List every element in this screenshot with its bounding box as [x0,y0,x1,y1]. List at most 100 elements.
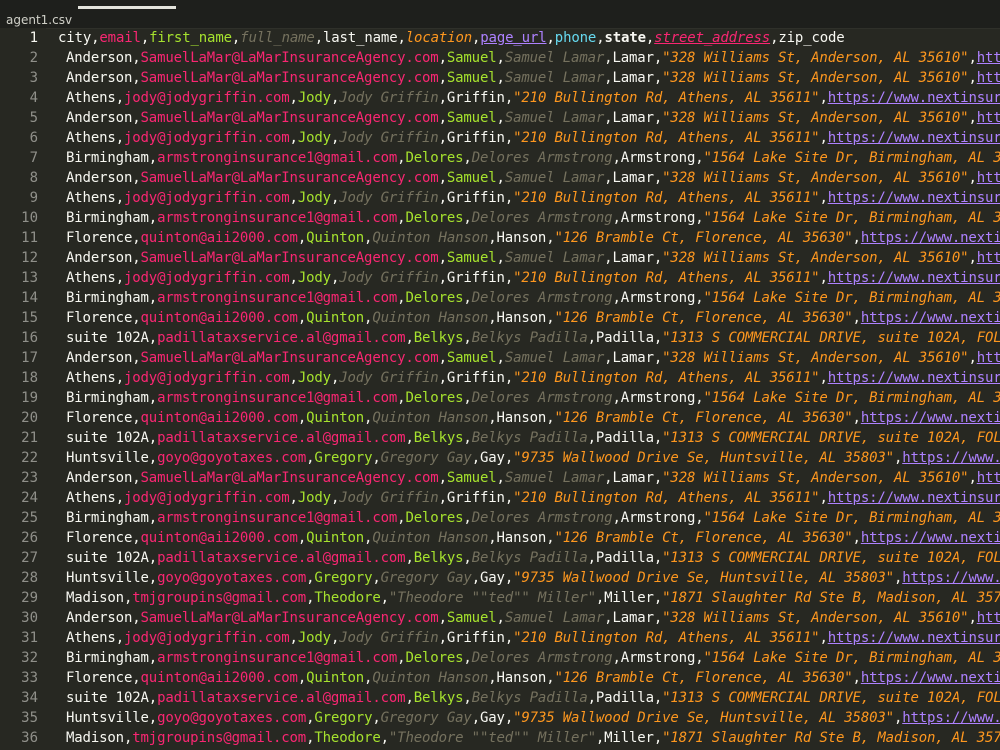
csv-data-line[interactable]: Huntsville,goyo@goyotaxes.com,Gregory,Gr… [66,568,1000,588]
line-number: 1 [29,30,38,46]
field-separator: , [463,690,472,706]
csv-data-line[interactable]: Athens,jody@jodygriffin.com,Jody,Jody Gr… [66,268,1000,288]
field-separator: , [893,570,903,586]
cell-first-name: Samuel [446,110,497,126]
cell-full-name: Jody Griffin [339,370,439,386]
cell-last-name: Hanson [496,670,547,686]
cell-first-name: Jody [297,630,331,646]
csv-data-line[interactable]: Birmingham,armstronginsurance1@gmail.com… [66,648,1000,668]
csv-data-line[interactable]: Birmingham,armstronginsurance1@gmail.com… [66,208,1000,228]
cell-city: Birmingham [66,390,149,406]
field-separator: , [380,730,389,746]
cell-email: quinton@aii2000.com [140,410,298,426]
csv-data-line[interactable]: suite 102A,padillataxservice.al@gmail.co… [66,328,1000,348]
field-separator: , [695,290,704,306]
field-separator: , [314,30,323,46]
header-full-name: full_name [240,30,315,46]
csv-data-line[interactable]: suite 102A,padillataxservice.al@gmail.co… [66,548,1000,568]
csv-data-line[interactable]: Florence,quinton@aii2000.com,Quinton,Qui… [66,668,1000,688]
csv-data-line[interactable]: Birmingham,armstronginsurance1@gmail.com… [66,508,1000,528]
cell-full-name: "Theodore ""ted"" Miller" [388,730,596,746]
csv-data-line[interactable]: Birmingham,armstronginsurance1@gmail.com… [66,388,1000,408]
field-separator: , [115,130,124,146]
csv-data-line[interactable]: suite 102A,padillataxservice.al@gmail.co… [66,428,1000,448]
csv-data-line[interactable]: Birmingham,armstronginsurance1@gmail.com… [66,288,1000,308]
cell-email: goyo@goyotaxes.com [157,710,307,726]
cell-full-name: Delores Armstrong [471,150,613,166]
csv-data-line[interactable]: Anderson,SamuelLaMar@LaMarInsuranceAgenc… [66,48,1000,68]
cell-city: Florence [66,230,133,246]
field-separator: , [488,670,497,686]
csv-data-line[interactable]: Anderson,SamuelLaMar@LaMarInsuranceAgenc… [66,108,1000,128]
line-number: 15 [21,310,38,326]
field-separator: , [397,30,406,46]
field-separator: , [115,370,124,386]
csv-data-line[interactable]: Anderson,SamuelLaMar@LaMarInsuranceAgenc… [66,248,1000,268]
cell-full-name: Jody Griffin [339,90,439,106]
csv-data-line[interactable]: Athens,jody@jodygriffin.com,Jody,Jody Gr… [66,188,1000,208]
csv-data-line[interactable]: Florence,quinton@aii2000.com,Quinton,Qui… [66,228,1000,248]
cell-email: padillataxservice.al@gmail.com [157,430,406,446]
csv-data-line[interactable]: Florence,quinton@aii2000.com,Quinton,Qui… [66,408,1000,428]
cell-full-name: Belkys Padilla [471,690,588,706]
csv-data-line[interactable]: Athens,jody@jodygriffin.com,Jody,Jody Gr… [66,488,1000,508]
csv-data-line[interactable]: Athens,jody@jodygriffin.com,Jody,Jody Gr… [66,88,1000,108]
csv-data-line[interactable]: Madison,tmjgroupins@gmail.com,Theodore,"… [66,728,1000,748]
cell-page-url: http [976,110,1000,126]
csv-data-line[interactable]: Madison,tmjgroupins@gmail.com,Theodore,"… [66,588,1000,608]
cell-location: "126 Bramble Ct, Florence, AL 35630" [554,310,853,326]
cell-page-url: http [976,250,1000,266]
field-separator: , [819,130,828,146]
field-separator: , [438,250,447,266]
line-number: 22 [21,450,38,466]
csv-data-line[interactable]: Florence,quinton@aii2000.com,Quinton,Qui… [66,528,1000,548]
field-separator: , [496,250,505,266]
csv-data-line[interactable]: Anderson,SamuelLaMar@LaMarInsuranceAgenc… [66,68,1000,88]
cell-email: SamuelLaMar@LaMarInsuranceAgency.com [140,50,439,66]
field-separator: , [438,170,447,186]
field-separator: , [132,610,141,626]
field-separator: , [852,410,861,426]
cell-page-url: https://www.nexti [860,230,1000,246]
cell-page-url: http [976,470,1000,486]
csv-data-line[interactable]: Florence,quinton@aii2000.com,Quinton,Qui… [66,308,1000,328]
cell-last-name: Hanson [496,410,547,426]
csv-data-line[interactable]: Anderson,SamuelLaMar@LaMarInsuranceAgenc… [66,168,1000,188]
csv-data-line[interactable]: Anderson,SamuelLaMar@LaMarInsuranceAgenc… [66,608,1000,628]
cell-location: "9735 Wallwood Drive Se, Huntsville, AL … [513,710,894,726]
tab-file-name[interactable]: agent1.csv [6,13,72,27]
cell-last-name: Lamar [612,610,654,626]
field-separator: , [148,150,158,166]
field-separator: , [968,470,977,486]
field-separator: , [289,130,298,146]
cell-location: "1313 S COMMERCIAL DRIVE, suite 102A, FO… [662,330,1000,346]
cell-last-name: Hanson [496,230,547,246]
cell-email: padillataxservice.al@gmail.com [157,330,406,346]
field-separator: , [488,410,497,426]
line-number: 35 [21,710,38,726]
csv-data-line[interactable]: Anderson,SamuelLaMar@LaMarInsuranceAgenc… [66,348,1000,368]
field-separator: , [123,730,133,746]
cell-city: Anderson [66,470,133,486]
csv-data-line[interactable]: Athens,jody@jodygriffin.com,Jody,Jody Gr… [66,368,1000,388]
header-zip-code: zip_code [778,30,845,46]
cell-full-name: Samuel Lamar [504,70,605,86]
field-separator: , [148,330,158,346]
cell-email: quinton@aii2000.com [140,530,298,546]
csv-data-line[interactable]: suite 102A,padillataxservice.al@gmail.co… [66,688,1000,708]
cell-page-url: https://www.nextinsur [827,370,1000,386]
field-separator: , [968,50,977,66]
csv-data-line[interactable]: Athens,jody@jodygriffin.com,Jody,Jody Gr… [66,128,1000,148]
field-separator: , [148,710,158,726]
field-separator: , [968,350,977,366]
csv-data-line[interactable]: Birmingham,armstronginsurance1@gmail.com… [66,148,1000,168]
cell-city: Birmingham [66,290,149,306]
csv-data-line[interactable]: Anderson,SamuelLaMar@LaMarInsuranceAgenc… [66,468,1000,488]
csv-data-line[interactable]: Huntsville,goyo@goyotaxes.com,Gregory,Gr… [66,448,1000,468]
cell-full-name: Quinton Hanson [372,670,489,686]
csv-data-line[interactable]: Athens,jody@jodygriffin.com,Jody,Jody Gr… [66,628,1000,648]
cell-email: armstronginsurance1@gmail.com [157,150,398,166]
csv-data-line[interactable]: Huntsville,goyo@goyotaxes.com,Gregory,Gr… [66,708,1000,728]
code-editor[interactable]: city,email,first_name,full_name,last_nam… [58,28,1000,750]
csv-header-line[interactable]: city,email,first_name,full_name,last_nam… [58,28,845,48]
